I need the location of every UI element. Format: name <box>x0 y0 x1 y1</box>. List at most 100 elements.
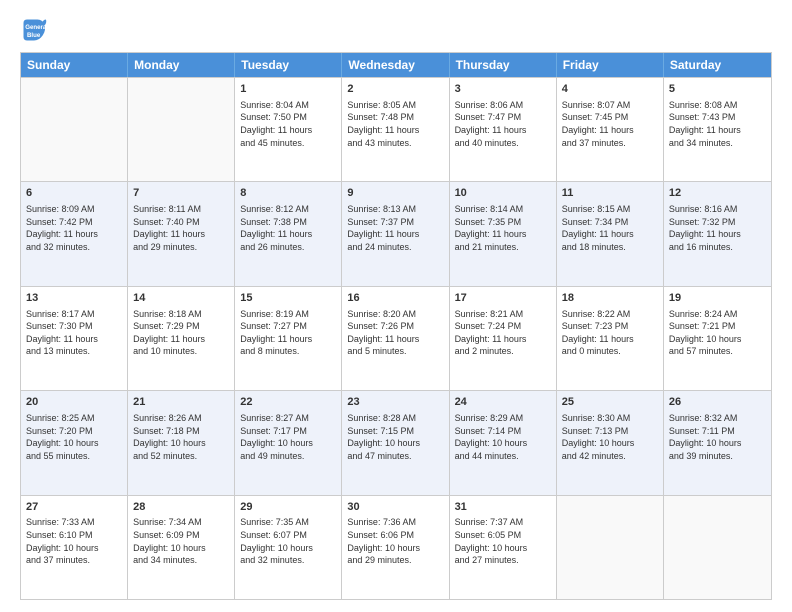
cell-info: Sunrise: 8:14 AMSunset: 7:35 PMDaylight:… <box>455 203 551 253</box>
cell-info: Sunrise: 8:06 AMSunset: 7:47 PMDaylight:… <box>455 99 551 149</box>
day-number: 7 <box>133 186 229 201</box>
calendar-cell-12: 12 Sunrise: 8:16 AMSunset: 7:32 PMDayligh… <box>664 182 771 285</box>
calendar-cell-empty-0-0 <box>21 78 128 181</box>
calendar-cell-29: 29Sunrise: 7:35 AMSunset: 6:07 PMDayligh… <box>235 496 342 599</box>
cell-info: Sunrise: 8:04 AMSunset: 7:50 PMDaylight:… <box>240 99 336 149</box>
page: General Blue SundayMondayTuesdayWednesda… <box>0 0 792 612</box>
cell-info: Sunrise: 8:11 AMSunset: 7:40 PMDaylight:… <box>133 203 229 253</box>
day-number: 15 <box>240 291 336 306</box>
calendar-cell-14: 14Sunrise: 8:18 AMSunset: 7:29 PMDayligh… <box>128 287 235 390</box>
calendar-cell-13: 13 Sunrise: 8:17 AMSunset: 7:30 PMDayligh… <box>21 287 128 390</box>
calendar-row-0: 1 Sunrise: 8:04 AMSunset: 7:50 PMDaylight… <box>21 77 771 181</box>
day-number: 16 <box>347 291 443 306</box>
calendar-cell-1: 1 Sunrise: 8:04 AMSunset: 7:50 PMDaylight… <box>235 78 342 181</box>
day-number: 8 <box>240 186 336 201</box>
day-number: 2 <box>347 82 443 97</box>
calendar-row-2: 13 Sunrise: 8:17 AMSunset: 7:30 PMDayligh… <box>21 286 771 390</box>
day-number: 6 <box>26 186 122 201</box>
weekday-header-wednesday: Wednesday <box>342 53 449 77</box>
cell-info: Sunrise: 8:30 AMSunset: 7:13 PMDaylight:… <box>562 412 658 462</box>
cell-info: Sunrise: 8:17 AMSunset: 7:30 PMDaylight:… <box>26 308 122 358</box>
weekday-header-monday: Monday <box>128 53 235 77</box>
calendar-cell-11: 11Sunrise: 8:15 AMSunset: 7:34 PMDayligh… <box>557 182 664 285</box>
cell-info: Sunrise: 8:07 AMSunset: 7:45 PMDaylight:… <box>562 99 658 149</box>
calendar-cell-27: 27Sunrise: 7:33 AMSunset: 6:10 PMDayligh… <box>21 496 128 599</box>
day-number: 24 <box>455 395 551 410</box>
cell-info: Sunrise: 8:25 AMSunset: 7:20 PMDaylight:… <box>26 412 122 462</box>
day-number: 28 <box>133 500 229 515</box>
cell-info: Sunrise: 7:37 AMSunset: 6:05 PMDaylight:… <box>455 516 551 566</box>
cell-info: Sunrise: 8:32 AMSunset: 7:11 PMDaylight:… <box>669 412 766 462</box>
cell-info: Sunrise: 7:34 AMSunset: 6:09 PMDaylight:… <box>133 516 229 566</box>
cell-info: Sunrise: 8:13 AMSunset: 7:37 PMDaylight:… <box>347 203 443 253</box>
calendar-cell-19: 19 Sunrise: 8:24 AMSunset: 7:21 PMDayligh… <box>664 287 771 390</box>
weekday-header-friday: Friday <box>557 53 664 77</box>
calendar-cell-8: 8 Sunrise: 8:12 AMSunset: 7:38 PMDaylight… <box>235 182 342 285</box>
calendar-cell-3: 3 Sunrise: 8:06 AMSunset: 7:47 PMDaylight… <box>450 78 557 181</box>
day-number: 10 <box>455 186 551 201</box>
cell-info: Sunrise: 8:12 AMSunset: 7:38 PMDaylight:… <box>240 203 336 253</box>
cell-info: Sunrise: 8:22 AMSunset: 7:23 PMDaylight:… <box>562 308 658 358</box>
calendar-cell-18: 18Sunrise: 8:22 AMSunset: 7:23 PMDayligh… <box>557 287 664 390</box>
day-number: 5 <box>669 82 766 97</box>
day-number: 9 <box>347 186 443 201</box>
cell-info: Sunrise: 8:16 AMSunset: 7:32 PMDaylight:… <box>669 203 766 253</box>
cell-info: Sunrise: 8:21 AMSunset: 7:24 PMDaylight:… <box>455 308 551 358</box>
svg-text:General: General <box>25 24 48 31</box>
calendar-cell-25: 25 Sunrise: 8:30 AMSunset: 7:13 PMDayligh… <box>557 391 664 494</box>
calendar-cell-15: 15 Sunrise: 8:19 AMSunset: 7:27 PMDayligh… <box>235 287 342 390</box>
cell-info: Sunrise: 8:09 AMSunset: 7:42 PMDaylight:… <box>26 203 122 253</box>
cell-info: Sunrise: 7:36 AMSunset: 6:06 PMDaylight:… <box>347 516 443 566</box>
calendar-body: 1 Sunrise: 8:04 AMSunset: 7:50 PMDaylight… <box>21 77 771 599</box>
calendar-cell-30: 30Sunrise: 7:36 AMSunset: 6:06 PMDayligh… <box>342 496 449 599</box>
calendar-cell-empty-0-1 <box>128 78 235 181</box>
cell-info: Sunrise: 8:24 AMSunset: 7:21 PMDaylight:… <box>669 308 766 358</box>
day-number: 26 <box>669 395 766 410</box>
day-number: 19 <box>669 291 766 306</box>
calendar-cell-26: 26 Sunrise: 8:32 AMSunset: 7:11 PMDayligh… <box>664 391 771 494</box>
day-number: 11 <box>562 186 658 201</box>
day-number: 30 <box>347 500 443 515</box>
cell-info: Sunrise: 8:27 AMSunset: 7:17 PMDaylight:… <box>240 412 336 462</box>
logo-icon: General Blue <box>20 16 48 44</box>
calendar-header: SundayMondayTuesdayWednesdayThursdayFrid… <box>21 53 771 77</box>
logo: General Blue <box>20 16 52 44</box>
header: General Blue <box>20 16 772 44</box>
day-number: 22 <box>240 395 336 410</box>
cell-info: Sunrise: 8:05 AMSunset: 7:48 PMDaylight:… <box>347 99 443 149</box>
calendar-cell-4: 4 Sunrise: 8:07 AMSunset: 7:45 PMDaylight… <box>557 78 664 181</box>
day-number: 3 <box>455 82 551 97</box>
day-number: 23 <box>347 395 443 410</box>
calendar-cell-5: 5 Sunrise: 8:08 AMSunset: 7:43 PMDaylight… <box>664 78 771 181</box>
cell-info: Sunrise: 8:29 AMSunset: 7:14 PMDaylight:… <box>455 412 551 462</box>
day-number: 12 <box>669 186 766 201</box>
weekday-header-sunday: Sunday <box>21 53 128 77</box>
cell-info: Sunrise: 8:08 AMSunset: 7:43 PMDaylight:… <box>669 99 766 149</box>
cell-info: Sunrise: 7:33 AMSunset: 6:10 PMDaylight:… <box>26 516 122 566</box>
calendar-cell-20: 20 Sunrise: 8:25 AMSunset: 7:20 PMDayligh… <box>21 391 128 494</box>
day-number: 17 <box>455 291 551 306</box>
weekday-header-tuesday: Tuesday <box>235 53 342 77</box>
day-number: 25 <box>562 395 658 410</box>
cell-info: Sunrise: 8:18 AMSunset: 7:29 PMDaylight:… <box>133 308 229 358</box>
calendar-cell-31: 31Sunrise: 7:37 AMSunset: 6:05 PMDayligh… <box>450 496 557 599</box>
calendar-cell-23: 23Sunrise: 8:28 AMSunset: 7:15 PMDayligh… <box>342 391 449 494</box>
calendar-cell-21: 21Sunrise: 8:26 AMSunset: 7:18 PMDayligh… <box>128 391 235 494</box>
calendar-cell-28: 28Sunrise: 7:34 AMSunset: 6:09 PMDayligh… <box>128 496 235 599</box>
calendar-row-4: 27Sunrise: 7:33 AMSunset: 6:10 PMDayligh… <box>21 495 771 599</box>
day-number: 20 <box>26 395 122 410</box>
svg-text:Blue: Blue <box>27 32 41 39</box>
calendar-cell-2: 2 Sunrise: 8:05 AMSunset: 7:48 PMDaylight… <box>342 78 449 181</box>
calendar-cell-22: 22 Sunrise: 8:27 AMSunset: 7:17 PMDayligh… <box>235 391 342 494</box>
calendar-cell-9: 9 Sunrise: 8:13 AMSunset: 7:37 PMDaylight… <box>342 182 449 285</box>
calendar-cell-empty-4-6 <box>664 496 771 599</box>
day-number: 27 <box>26 500 122 515</box>
day-number: 13 <box>26 291 122 306</box>
calendar-cell-empty-4-5 <box>557 496 664 599</box>
day-number: 21 <box>133 395 229 410</box>
day-number: 4 <box>562 82 658 97</box>
day-number: 31 <box>455 500 551 515</box>
day-number: 1 <box>240 82 336 97</box>
calendar-row-1: 6 Sunrise: 8:09 AMSunset: 7:42 PMDaylight… <box>21 181 771 285</box>
cell-info: Sunrise: 8:19 AMSunset: 7:27 PMDaylight:… <box>240 308 336 358</box>
